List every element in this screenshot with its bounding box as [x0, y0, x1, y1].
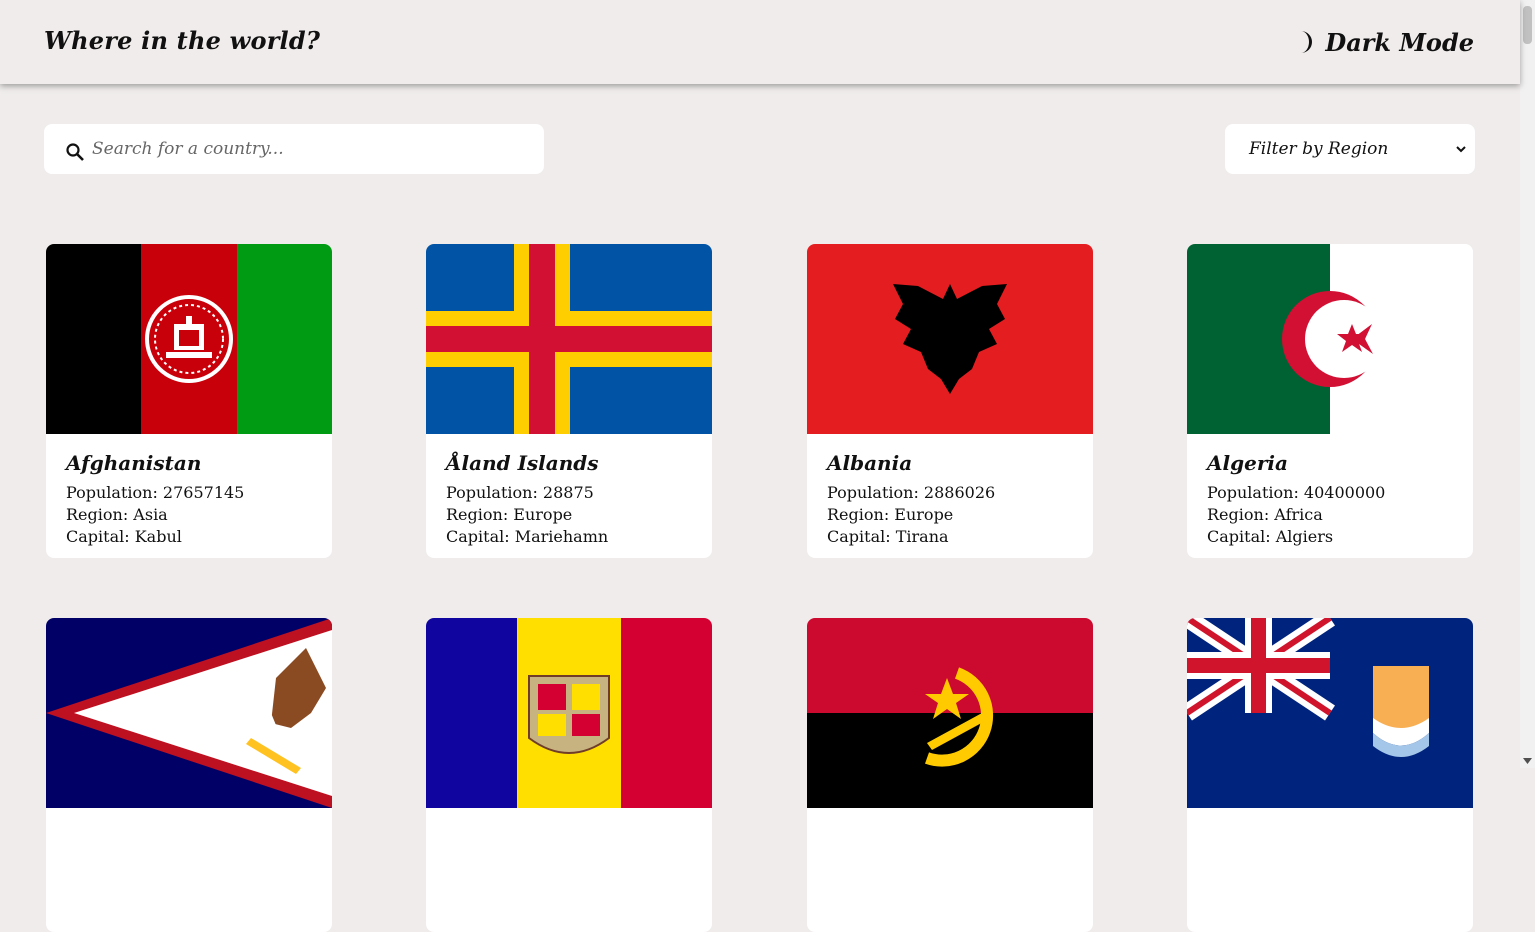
region-line: Region: Africa: [1207, 505, 1323, 524]
population-value: 2886026: [923, 483, 996, 502]
moon-icon: [1301, 31, 1313, 53]
country-name: Åland Islands: [446, 451, 599, 475]
region-line: Region: Asia: [66, 505, 168, 524]
capital-value: Kabul: [134, 527, 182, 546]
albania-flag: [807, 244, 1093, 434]
algeria-flag: [1187, 244, 1473, 434]
capital-line: Capital: Mariehamn: [446, 527, 609, 546]
country-card-algeria[interactable]: Algeria Population: 40400000 Region: Afr…: [1187, 244, 1473, 558]
search-box[interactable]: [44, 124, 544, 174]
capital-value: Algiers: [1275, 527, 1334, 546]
dark-mode-toggle[interactable]: Dark Mode: [1295, 26, 1474, 58]
capital-line: Capital: Kabul: [66, 527, 182, 546]
scrollbar-thumb[interactable]: [1523, 6, 1532, 44]
scroll-down-arrow-icon[interactable]: [1523, 758, 1532, 764]
region-value: Asia: [133, 505, 168, 524]
region-value: Africa: [1274, 505, 1323, 524]
region-filter-value: Filter by Region: [1249, 139, 1389, 159]
region-filter-select[interactable]: Filter by Region: [1225, 124, 1475, 174]
chevron-down-icon: [1456, 146, 1466, 153]
capital-value: Mariehamn: [514, 527, 609, 546]
capital-value: Tirana: [895, 527, 949, 546]
american-samoa-flag: [46, 618, 332, 808]
population-line: Population: 27657145: [66, 483, 245, 502]
dark-mode-label: Dark Mode: [1325, 27, 1474, 57]
region-line: Region: Europe: [827, 505, 954, 524]
population-value: 40400000: [1303, 483, 1386, 502]
country-card-aland-islands[interactable]: Åland Islands Population: 28875 Region: …: [426, 244, 712, 558]
aland-flag: [426, 244, 712, 434]
country-card-anguilla[interactable]: [1187, 618, 1473, 932]
header: Where in the world? Dark Mode: [0, 0, 1520, 84]
search-input[interactable]: [92, 134, 522, 164]
country-card-american-samoa[interactable]: [46, 618, 332, 932]
country-card-angola[interactable]: [807, 618, 1093, 932]
region-value: Europe: [513, 505, 573, 524]
country-card-andorra[interactable]: [426, 618, 712, 932]
vertical-scrollbar[interactable]: [1520, 0, 1535, 768]
population-line: Population: 40400000: [1207, 483, 1386, 502]
region-line: Region: Europe: [446, 505, 573, 524]
region-value: Europe: [894, 505, 954, 524]
country-name: Albania: [827, 451, 913, 475]
country-name: Afghanistan: [66, 451, 202, 475]
search-icon: [66, 143, 84, 161]
population-value: 28875: [542, 483, 594, 502]
country-name: Algeria: [1207, 451, 1288, 475]
population-value: 27657145: [162, 483, 245, 502]
country-card-afghanistan[interactable]: Afghanistan Population: 27657145 Region:…: [46, 244, 332, 558]
country-card-albania[interactable]: Albania Population: 2886026 Region: Euro…: [807, 244, 1093, 558]
capital-line: Capital: Tirana: [827, 527, 949, 546]
andorra-flag: [426, 618, 712, 808]
population-line: Population: 2886026: [827, 483, 996, 502]
capital-line: Capital: Algiers: [1207, 527, 1334, 546]
app-title: Where in the world?: [44, 26, 321, 55]
population-line: Population: 28875: [446, 483, 594, 502]
anguilla-flag: [1187, 618, 1473, 808]
afghanistan-flag: [46, 244, 332, 434]
angola-flag: [807, 618, 1093, 808]
